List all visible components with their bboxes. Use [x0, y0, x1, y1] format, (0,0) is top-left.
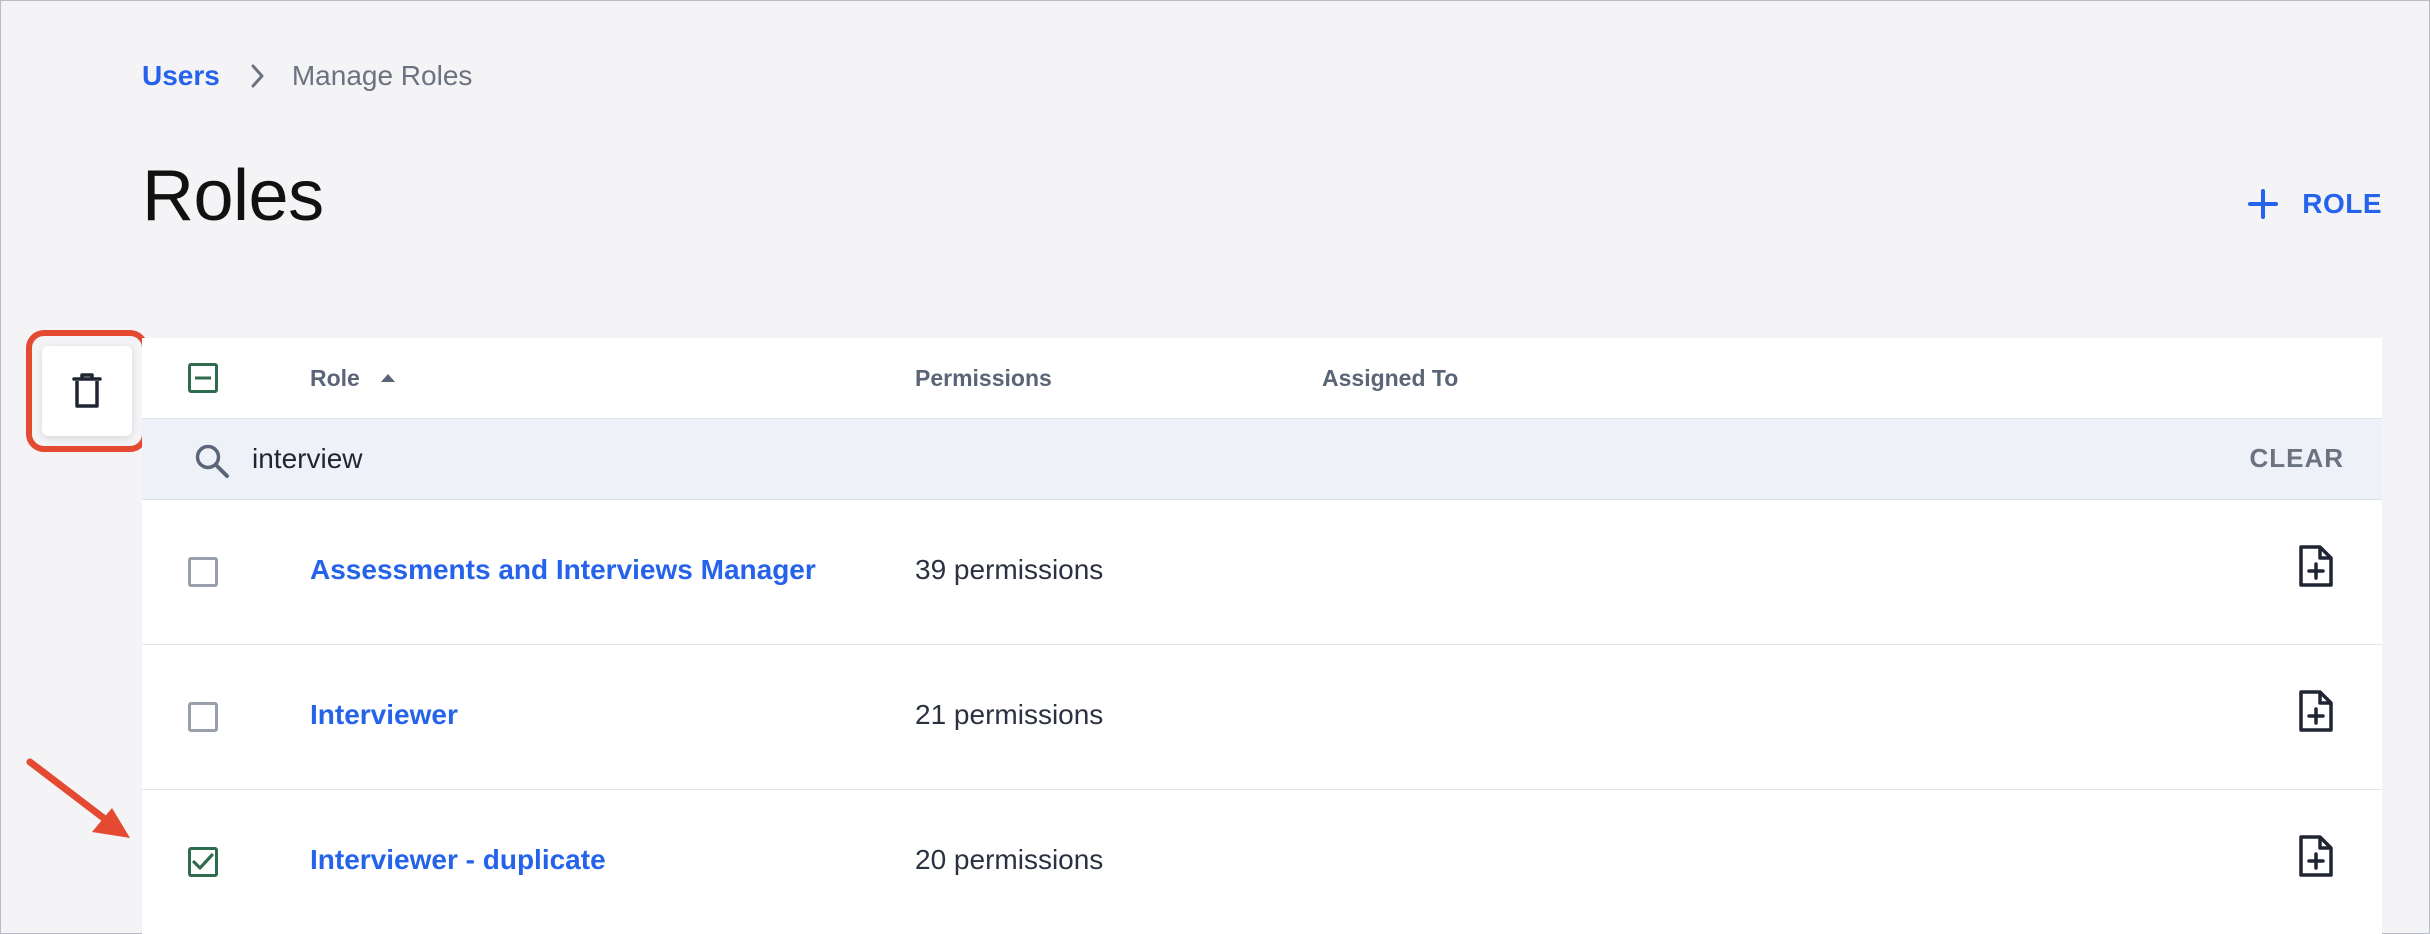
- role-link[interactable]: Interviewer - duplicate: [310, 844, 606, 876]
- add-role-label: ROLE: [2302, 188, 2382, 219]
- search-input[interactable]: [252, 437, 2052, 481]
- row-checkbox[interactable]: [188, 702, 218, 732]
- column-header-assigned-to[interactable]: Assigned To: [1322, 365, 1458, 392]
- clear-search-button[interactable]: CLEAR: [2249, 443, 2344, 474]
- column-header-role[interactable]: Role: [310, 365, 396, 392]
- delete-highlight: [26, 330, 148, 452]
- checkmark-icon: [192, 853, 214, 870]
- permissions-count: 21 permissions: [915, 699, 1104, 730]
- add-role-button[interactable]: ROLE: [2248, 188, 2382, 220]
- permissions-count: 39 permissions: [915, 554, 1104, 585]
- page-title: Roles: [142, 156, 324, 236]
- search-icon: [195, 444, 229, 478]
- breadcrumb-current: Manage Roles: [291, 60, 473, 91]
- minus-icon: [195, 376, 211, 380]
- row-checkbox[interactable]: [188, 557, 218, 587]
- table-row: Interviewer 21 permissions: [142, 645, 2382, 790]
- role-link[interactable]: Interviewer: [310, 699, 458, 731]
- plus-icon: [2248, 189, 2279, 219]
- breadcrumb: Users Manage Roles: [142, 56, 472, 96]
- column-header-permissions[interactable]: Permissions: [915, 365, 1052, 392]
- role-link[interactable]: Assessments and Interviews Manager: [310, 554, 816, 586]
- chevron-right-icon: [236, 63, 280, 89]
- table-row: Interviewer - duplicate 20 permissions: [142, 790, 2382, 934]
- duplicate-file-icon: [2299, 545, 2333, 587]
- duplicate-file-icon: [2299, 835, 2333, 877]
- duplicate-role-button[interactable]: [2298, 834, 2334, 883]
- roles-table: Role Permissions Assigned To CLEAR Asses…: [142, 338, 2382, 934]
- trash-icon: [72, 373, 102, 408]
- permissions-count: 20 permissions: [915, 844, 1104, 875]
- sort-asc-icon: [380, 374, 395, 382]
- table-header: Role Permissions Assigned To: [142, 338, 2382, 419]
- row-checkbox[interactable]: [188, 847, 218, 877]
- column-role-label: Role: [310, 364, 360, 391]
- duplicate-role-button[interactable]: [2298, 689, 2334, 738]
- table-row: Assessments and Interviews Manager 39 pe…: [142, 500, 2382, 645]
- breadcrumb-users-link[interactable]: Users: [142, 60, 220, 92]
- arrow-annotation: [26, 758, 130, 838]
- delete-button[interactable]: [42, 346, 132, 436]
- select-all-checkbox[interactable]: [188, 363, 218, 393]
- search-row: CLEAR: [142, 419, 2382, 500]
- duplicate-file-icon: [2299, 690, 2333, 732]
- duplicate-role-button[interactable]: [2298, 544, 2334, 593]
